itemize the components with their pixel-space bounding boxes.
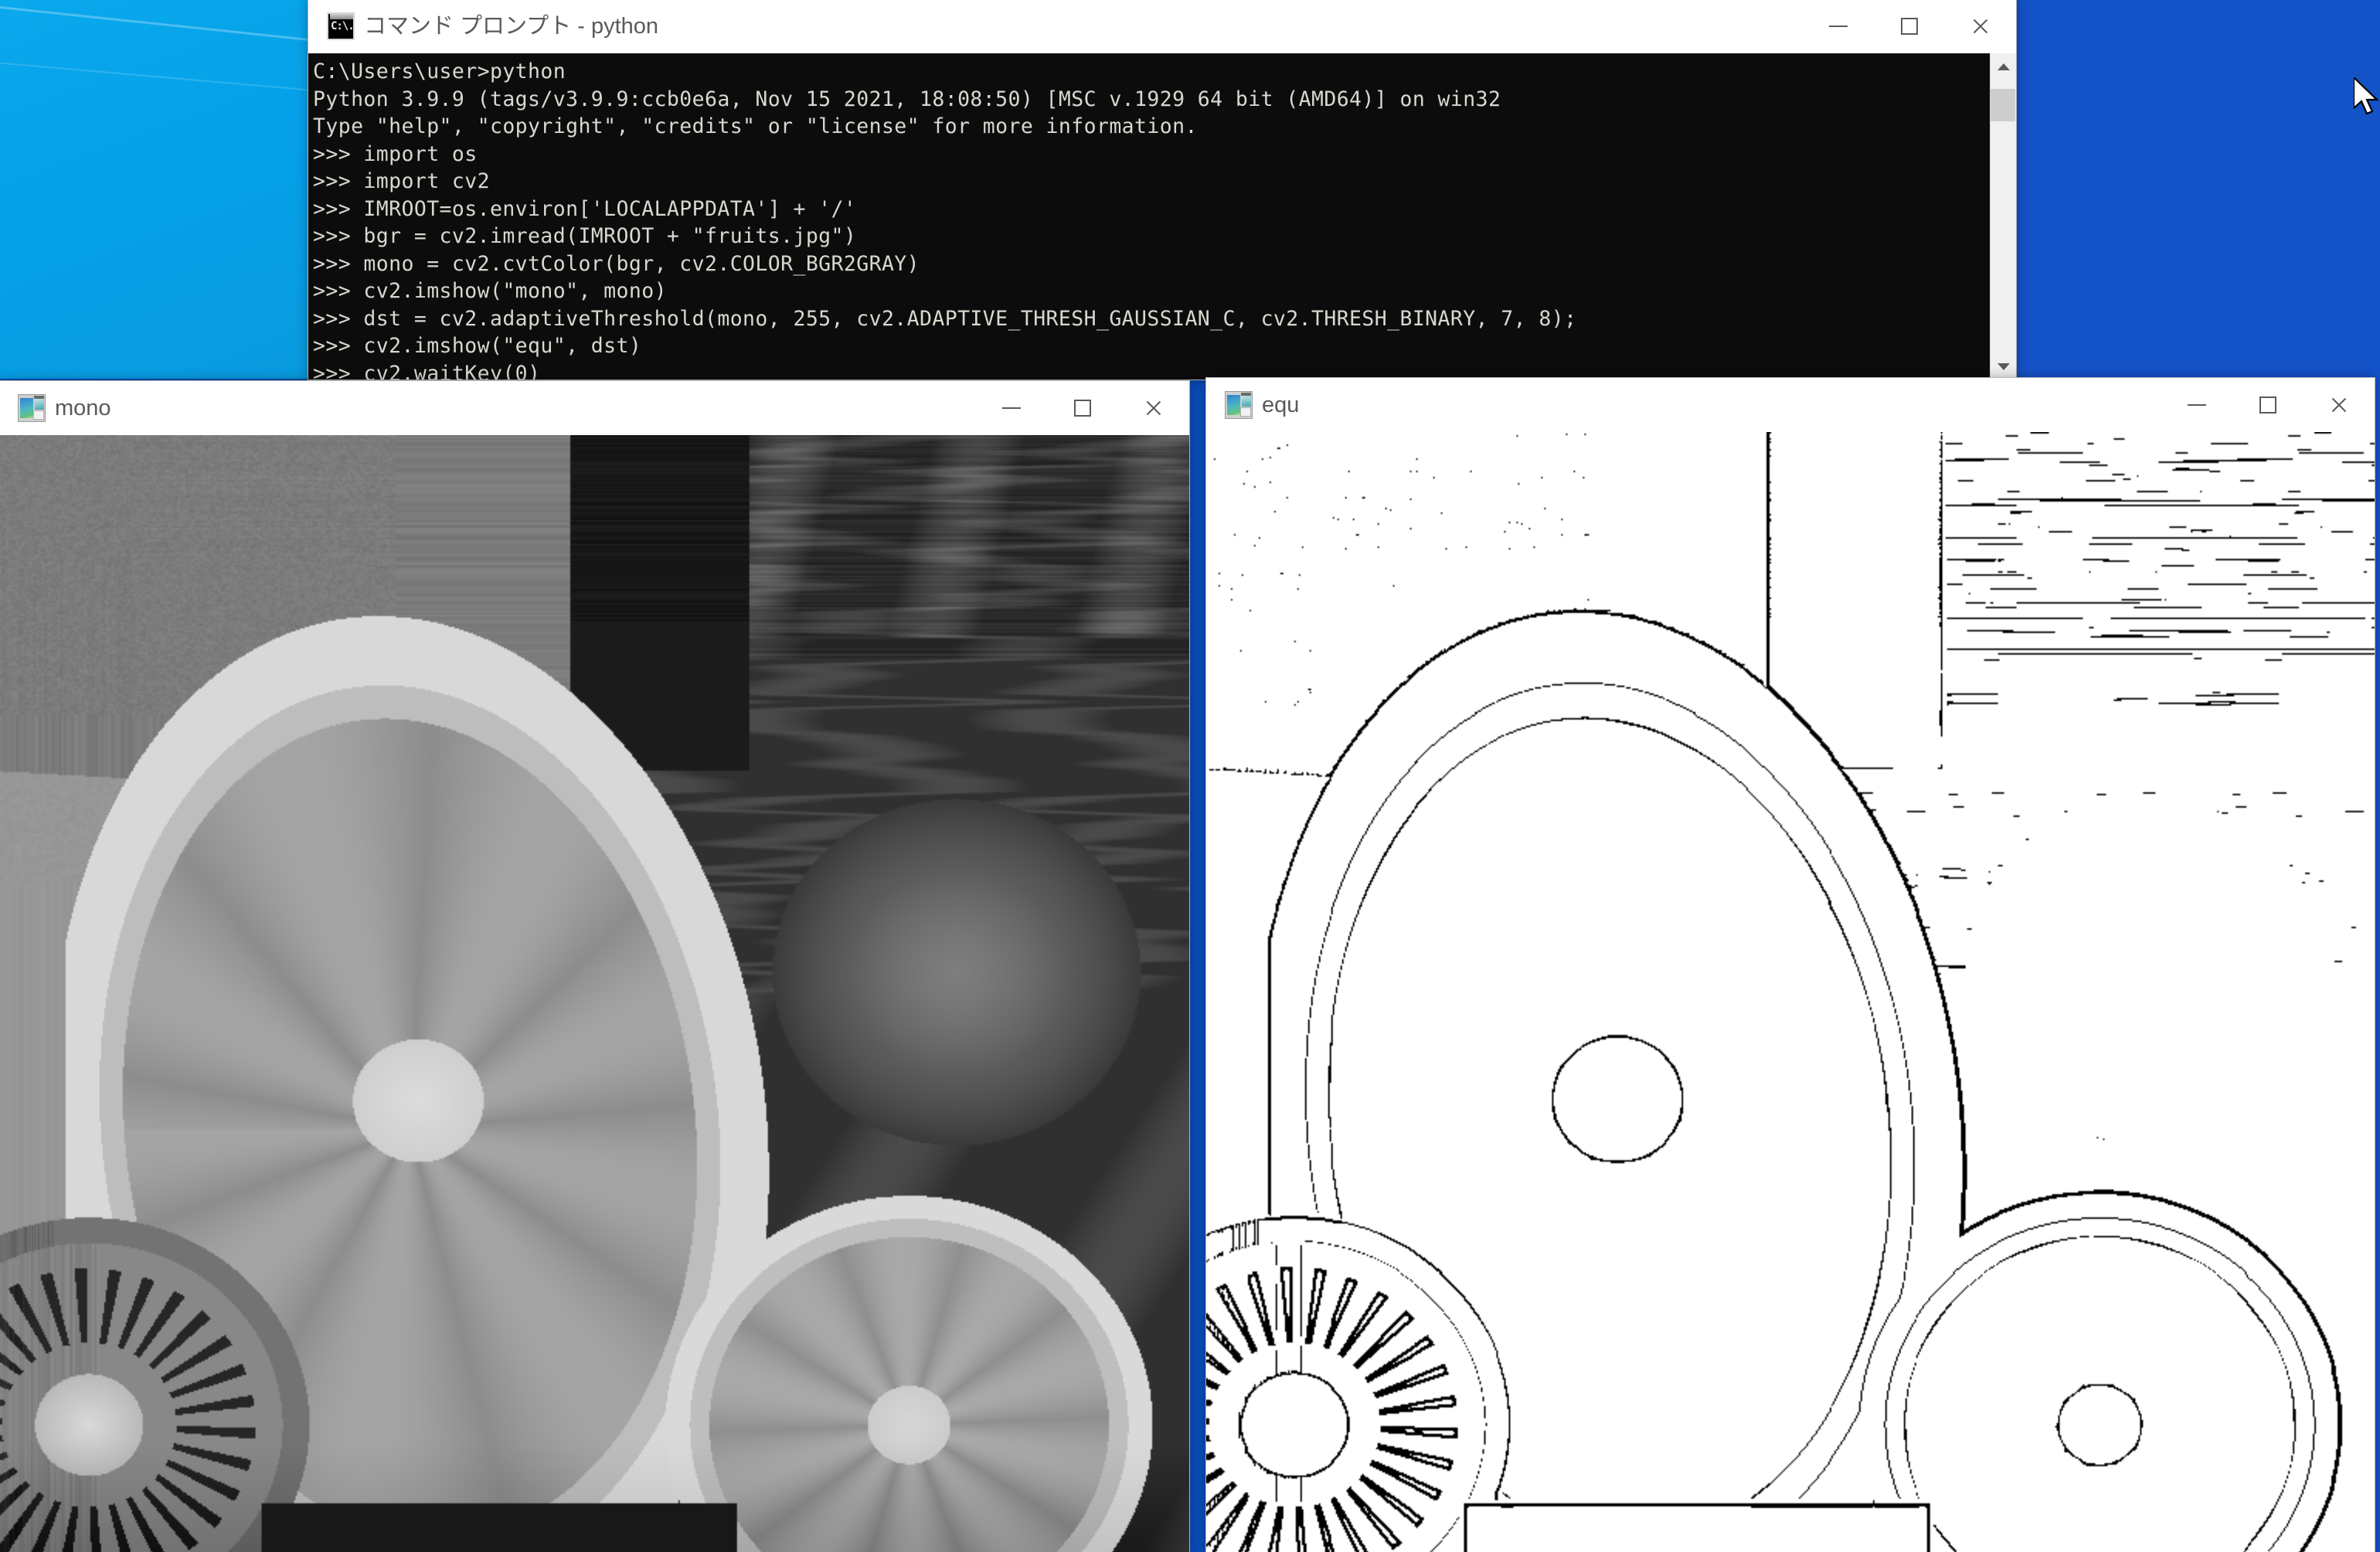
cmd-console-body[interactable]: C:\Users\user>python Python 3.9.9 (tags/v… — [308, 53, 2016, 379]
cmd-console-text: C:\Users\user>python Python 3.9.9 (tags/v… — [308, 53, 1990, 379]
close-icon — [1144, 399, 1163, 417]
maximize-icon — [1074, 400, 1091, 417]
equ-window-title: equ — [1262, 392, 1300, 417]
equ-window-controls — [2161, 378, 2375, 432]
console-line: >>> import os — [313, 141, 478, 166]
cmd-window-title: コマンド プロンプト - python — [364, 13, 659, 39]
minimize-icon — [1829, 26, 1848, 27]
mono-image-window[interactable]: mono — [0, 380, 1190, 1552]
console-line: >>> import cv2 — [313, 169, 490, 193]
maximize-icon — [1901, 18, 1918, 35]
mono-window-controls — [976, 381, 1189, 435]
opencv-highgui-icon — [1225, 391, 1253, 419]
console-line: C:\Users\user>python — [313, 60, 566, 83]
console-line: >>> bgr = cv2.imread(IMROOT + "fruits.jp… — [313, 224, 857, 248]
desktop: コマンド プロンプト - python C:\Users\user>python… — [0, 0, 2380, 1552]
opencv-highgui-icon — [18, 394, 46, 422]
console-line: >>> cv2.imshow("mono", mono) — [313, 279, 667, 303]
cmd-vertical-scrollbar[interactable] — [1990, 53, 2016, 379]
equ-image-window[interactable]: equ — [1205, 377, 2375, 1552]
mono-close-button[interactable] — [1118, 381, 1189, 435]
cmd-maximize-button[interactable] — [1874, 0, 1945, 53]
equ-maximize-button[interactable] — [2232, 378, 2304, 432]
equ-minimize-button[interactable] — [2161, 378, 2232, 432]
console-line: >>> mono = cv2.cvtColor(bgr, cv2.COLOR_B… — [313, 251, 920, 276]
console-line: >>> dst = cv2.adaptiveThreshold(mono, 25… — [313, 306, 1577, 331]
mono-grayscale-image — [0, 435, 1189, 1552]
minimize-icon — [2188, 404, 2206, 406]
cmd-close-button[interactable] — [1945, 0, 2016, 53]
scroll-up-arrow-icon[interactable] — [1991, 53, 2016, 80]
chevron-down-icon — [1998, 362, 2010, 370]
close-icon — [2330, 396, 2348, 414]
scroll-down-arrow-icon[interactable] — [1991, 353, 2016, 379]
chevron-up-icon — [1998, 63, 2010, 70]
console-line: Type "help", "copyright", "credits" or "… — [313, 114, 1198, 138]
console-line: Python 3.9.9 (tags/v3.9.9:ccb0e6a, Nov 1… — [313, 87, 1501, 111]
cmd-window-controls — [1803, 0, 2016, 53]
console-line: >>> cv2.imshow("equ", dst) — [313, 334, 642, 358]
mono-titlebar[interactable]: mono — [0, 381, 1189, 435]
maximize-icon — [2259, 397, 2276, 414]
equ-titlebar[interactable]: equ — [1206, 378, 2375, 432]
close-icon — [1971, 17, 1990, 36]
mono-minimize-button[interactable] — [976, 381, 1047, 435]
equ-binary-image — [1206, 432, 2375, 1552]
wallpaper-left — [0, 0, 371, 379]
equ-close-button[interactable] — [2304, 378, 2375, 432]
cmd-minimize-button[interactable] — [1803, 0, 1874, 53]
cmd-titlebar[interactable]: コマンド プロンプト - python — [308, 0, 2016, 53]
console-line: >>> IMROOT=os.environ['LOCALAPPDATA'] + … — [313, 196, 857, 221]
command-prompt-window[interactable]: コマンド プロンプト - python C:\Users\user>python… — [308, 0, 2017, 380]
minimize-icon — [1002, 407, 1021, 409]
cmd-console-icon — [327, 12, 355, 40]
wallpaper-right — [2015, 0, 2380, 386]
mono-window-title: mono — [55, 395, 111, 420]
mono-maximize-button[interactable] — [1047, 381, 1118, 435]
scrollbar-thumb[interactable] — [1991, 89, 2015, 121]
